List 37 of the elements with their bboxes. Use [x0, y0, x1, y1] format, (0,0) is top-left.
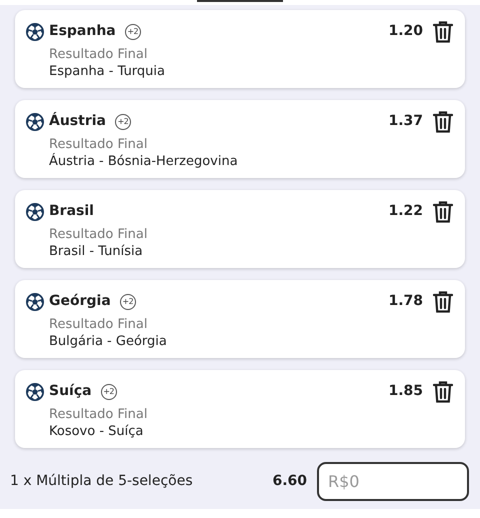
- trash-icon[interactable]: [433, 381, 453, 403]
- soccer-ball-icon: [26, 202, 44, 220]
- market-name: Resultado Final: [49, 226, 148, 243]
- trash-icon[interactable]: [433, 201, 453, 223]
- market-name: Resultado Final: [49, 316, 148, 333]
- market-name: Resultado Final: [49, 406, 148, 423]
- team-name: Áustria: [49, 111, 106, 131]
- odds-value: 1.78: [388, 292, 423, 311]
- trash-icon[interactable]: [433, 111, 453, 133]
- extra-count-badge: +2: [124, 24, 141, 40]
- odds-value: 1.20: [388, 22, 423, 41]
- match-name: Brasil - Tunísia: [49, 243, 144, 260]
- market-name: Resultado Final: [49, 136, 148, 153]
- stake-field[interactable]: R$0: [317, 462, 469, 501]
- team-name: Brasil: [49, 202, 94, 221]
- team-name: Espanha: [49, 22, 116, 41]
- match-name: Áustria - Bósnia-Herzegovina: [49, 153, 239, 170]
- market-name: Resultado Final: [49, 46, 148, 63]
- odds-value: 1.85: [388, 382, 423, 401]
- match-name: Kosovo - Suíça: [49, 423, 144, 440]
- soccer-ball-icon: [26, 22, 44, 40]
- team-name: Suíça: [49, 382, 92, 401]
- soccer-ball-icon: [26, 382, 44, 400]
- soccer-ball-icon: [26, 292, 44, 310]
- match-name: Bulgária - Geórgia: [49, 333, 168, 350]
- trash-icon[interactable]: [433, 21, 453, 43]
- match-name: Espanha - Turquia: [49, 63, 166, 80]
- trash-icon[interactable]: [433, 291, 453, 313]
- soccer-ball-icon: [26, 112, 44, 130]
- team-name: Geórgia: [49, 292, 111, 311]
- odds-value: 1.37: [388, 112, 423, 131]
- odds-value: 1.22: [388, 202, 423, 221]
- extra-count-badge: +2: [120, 294, 136, 310]
- total-odds: 6.60: [272, 472, 307, 491]
- multiple-label: 1 x Múltipla de 5-seleções: [10, 472, 194, 491]
- extra-count-badge: +2: [100, 384, 117, 400]
- extra-count-badge: +2: [114, 114, 131, 130]
